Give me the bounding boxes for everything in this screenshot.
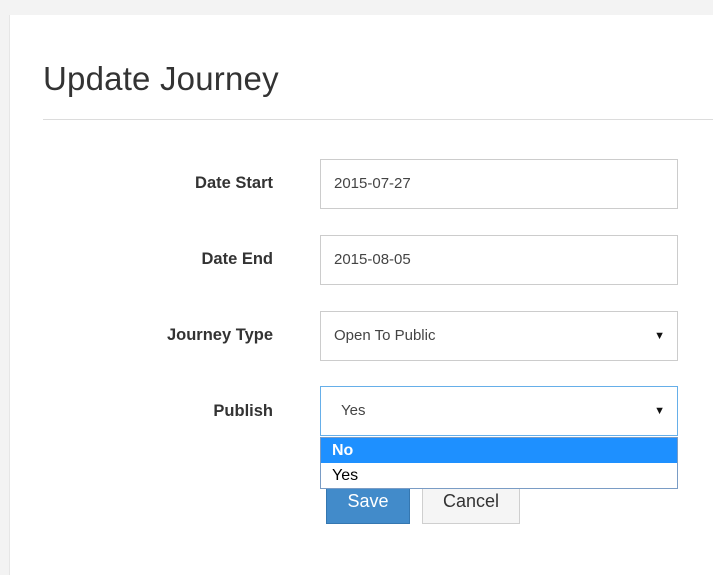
date-end-input[interactable]: 2015-08-05 — [320, 235, 678, 285]
publish-label: Publish — [213, 402, 273, 420]
chevron-down-icon: ▼ — [654, 405, 665, 417]
publish-value: Yes — [341, 402, 366, 419]
publish-select[interactable]: Yes ▼ — [320, 386, 678, 436]
date-end-label: Date End — [201, 250, 273, 268]
update-journey-panel: Update Journey Date Start 2015-07-27 Dat… — [9, 15, 713, 575]
publish-option-no[interactable]: No — [321, 438, 677, 463]
chevron-down-icon: ▼ — [654, 330, 665, 342]
date-start-input[interactable]: 2015-07-27 — [320, 159, 678, 209]
publish-dropdown-list: No Yes — [320, 437, 678, 489]
journey-type-label: Journey Type — [166, 326, 273, 344]
date-start-value: 2015-07-27 — [334, 175, 411, 192]
journey-type-select[interactable]: Open To Public ▼ — [320, 311, 678, 361]
page-title: Update Journey — [43, 60, 279, 97]
journey-type-value: Open To Public — [334, 327, 436, 344]
publish-option-yes[interactable]: Yes — [321, 463, 677, 488]
date-end-value: 2015-08-05 — [334, 251, 411, 268]
title-divider — [43, 119, 713, 120]
date-start-label: Date Start — [195, 174, 273, 192]
